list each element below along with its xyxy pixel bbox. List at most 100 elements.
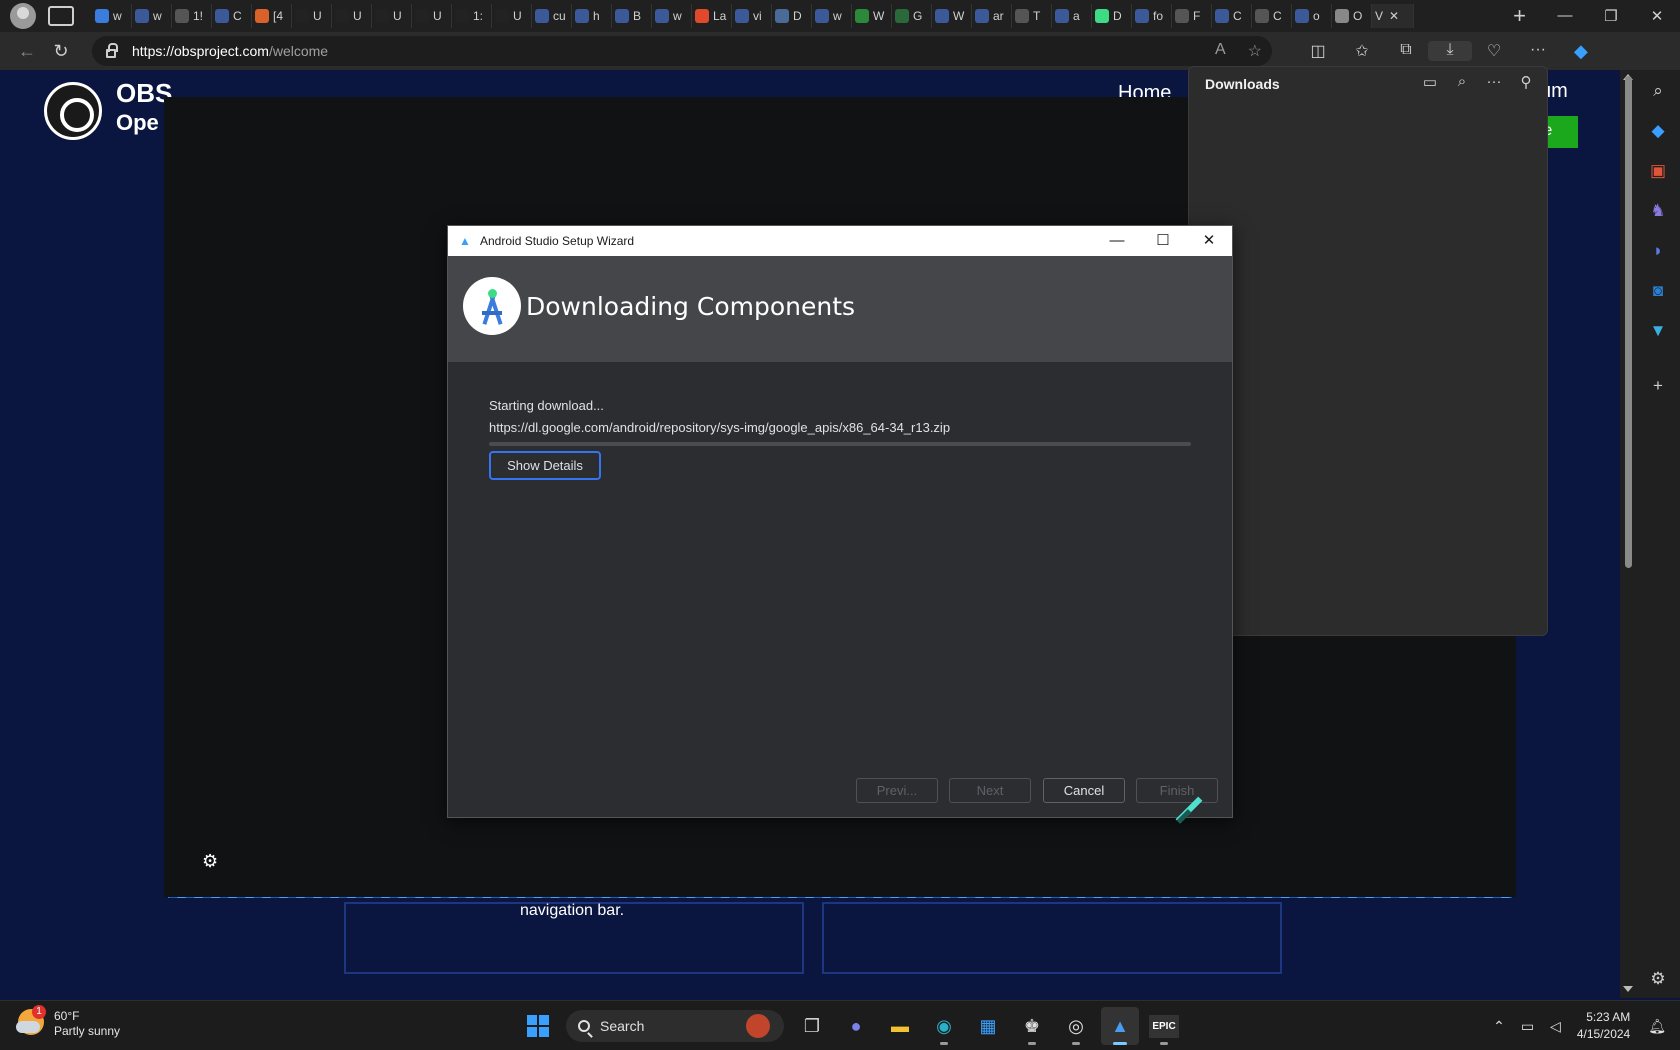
- browser-tab[interactable]: W: [932, 4, 972, 28]
- page-scrollbar[interactable]: [1620, 70, 1636, 998]
- browser-tab[interactable]: fo: [1132, 4, 1172, 28]
- browser-tab[interactable]: C: [1212, 4, 1252, 28]
- address-bar[interactable]: https://obsproject.com/welcome A ☆: [92, 36, 1272, 66]
- split-screen-icon[interactable]: ◫: [1296, 41, 1340, 61]
- browser-tab[interactable]: D: [1092, 4, 1132, 28]
- show-details-button[interactable]: Show Details: [489, 451, 601, 480]
- browser-tab[interactable]: h: [572, 4, 612, 28]
- browser-tab[interactable]: w: [92, 4, 132, 28]
- sidebar-shopping-icon[interactable]: ◆: [1647, 120, 1669, 142]
- browser-tab[interactable]: w: [652, 4, 692, 28]
- tab-actions-icon[interactable]: [48, 6, 74, 26]
- browser-tab[interactable]: C: [212, 4, 252, 28]
- android-studio-button[interactable]: ▲: [1101, 1007, 1139, 1045]
- browser-tab[interactable]: U: [372, 4, 412, 28]
- cancel-button[interactable]: Cancel: [1043, 778, 1125, 803]
- browser-tab[interactable]: vi: [732, 4, 772, 28]
- browser-tab[interactable]: U: [332, 4, 372, 28]
- more-options-icon[interactable]: ···: [1516, 41, 1560, 61]
- close-tab-icon[interactable]: ✕: [1389, 9, 1399, 23]
- network-icon[interactable]: ▭: [1521, 1018, 1534, 1035]
- scroll-down-icon[interactable]: [1623, 986, 1633, 992]
- minimize-icon[interactable]: —: [1094, 226, 1140, 256]
- file-explorer-button[interactable]: ▬: [881, 1007, 919, 1045]
- scrollbar-thumb[interactable]: [1625, 76, 1632, 568]
- browser-tab[interactable]: 1:: [452, 4, 492, 28]
- read-aloud-icon[interactable]: A: [1215, 41, 1226, 61]
- browser-tab[interactable]: a: [1052, 4, 1092, 28]
- browser-tab-active[interactable]: V ✕: [1372, 4, 1414, 28]
- new-tab-button[interactable]: +: [1513, 3, 1526, 29]
- downloads-title: Downloads: [1205, 76, 1280, 92]
- minimize-icon[interactable]: —: [1542, 7, 1588, 25]
- game-app-button[interactable]: ♚: [1013, 1007, 1051, 1045]
- restore-icon[interactable]: ❐: [1588, 7, 1634, 25]
- browser-tab[interactable]: [4: [252, 4, 292, 28]
- system-clock[interactable]: 5:23 AM 4/15/2024: [1577, 1009, 1630, 1043]
- browser-tab[interactable]: D: [772, 4, 812, 28]
- maximize-icon[interactable]: ☐: [1140, 226, 1186, 256]
- close-icon[interactable]: ✕: [1634, 7, 1680, 25]
- store-button[interactable]: ▦: [969, 1007, 1007, 1045]
- back-icon[interactable]: ←: [10, 41, 44, 62]
- collections-icon[interactable]: ⧉: [1384, 41, 1428, 61]
- sidebar-settings-icon[interactable]: ⚙: [1647, 968, 1669, 990]
- tab-title: w: [113, 9, 122, 23]
- obs-logo-icon[interactable]: [44, 82, 102, 140]
- browser-essentials-icon[interactable]: ♡: [1472, 41, 1516, 61]
- browser-tab[interactable]: 1!: [172, 4, 212, 28]
- sidebar-tools-icon[interactable]: ▣: [1647, 160, 1669, 182]
- browser-tab[interactable]: U: [492, 4, 532, 28]
- browser-tab[interactable]: T: [1012, 4, 1052, 28]
- browser-tab[interactable]: C: [1252, 4, 1292, 28]
- browser-tab[interactable]: O: [1332, 4, 1372, 28]
- browser-tab[interactable]: w: [132, 4, 172, 28]
- reload-icon[interactable]: ↻: [44, 41, 78, 62]
- sidebar-outlook-icon[interactable]: ◙: [1647, 280, 1669, 302]
- close-icon[interactable]: ✕: [1186, 226, 1232, 256]
- browser-tab[interactable]: W: [852, 4, 892, 28]
- profile-avatar[interactable]: [10, 3, 36, 29]
- copilot-icon[interactable]: ◆: [1574, 41, 1588, 62]
- search-icon[interactable]: ⌕: [1453, 73, 1471, 91]
- lock-icon[interactable]: [106, 42, 118, 58]
- open-folder-icon[interactable]: ▭: [1421, 73, 1439, 91]
- browser-tab[interactable]: U: [292, 4, 332, 28]
- browser-tab[interactable]: o: [1292, 4, 1332, 28]
- sidebar-games-icon[interactable]: ♞: [1647, 200, 1669, 222]
- browser-tab[interactable]: ar: [972, 4, 1012, 28]
- task-view-button[interactable]: ❐: [793, 1007, 831, 1045]
- wizard-titlebar[interactable]: ▲ Android Studio Setup Wizard — ☐ ✕: [448, 226, 1232, 256]
- sidebar-add-icon[interactable]: +: [1647, 375, 1669, 397]
- next-button[interactable]: Next: [949, 778, 1031, 803]
- teams-button[interactable]: ●: [837, 1007, 875, 1045]
- volume-icon[interactable]: ◁: [1550, 1018, 1561, 1035]
- tab-title: [4: [273, 9, 284, 23]
- browser-tab[interactable]: w: [812, 4, 852, 28]
- browser-tab[interactable]: cu: [532, 4, 572, 28]
- obs-button[interactable]: ◎: [1057, 1007, 1095, 1045]
- previous-button[interactable]: Previ...: [856, 778, 938, 803]
- browser-tab[interactable]: F: [1172, 4, 1212, 28]
- favorite-star-icon[interactable]: ☆: [1248, 41, 1262, 61]
- browser-tab[interactable]: B: [612, 4, 652, 28]
- edge-button[interactable]: ◉: [925, 1007, 963, 1045]
- favorites-icon[interactable]: ✩: [1340, 41, 1384, 61]
- epic-games-button[interactable]: EPIC: [1145, 1007, 1183, 1045]
- weather-widget[interactable]: 1 60°F Partly sunny: [16, 1005, 120, 1039]
- start-button[interactable]: [519, 1007, 557, 1045]
- chevron-up-icon[interactable]: ⌃: [1493, 1018, 1505, 1035]
- sidebar-search-icon[interactable]: ⌕: [1647, 80, 1669, 102]
- sidebar-microsoft365-icon[interactable]: ◗: [1647, 240, 1669, 262]
- browser-tab[interactable]: U: [412, 4, 452, 28]
- tab-title: U: [313, 9, 322, 23]
- downloads-icon[interactable]: ⤓: [1428, 41, 1472, 61]
- pin-icon[interactable]: ⚲: [1517, 73, 1535, 91]
- more-icon[interactable]: ···: [1485, 73, 1503, 91]
- gear-icon[interactable]: ⚙: [202, 851, 218, 872]
- taskbar-search[interactable]: Search: [566, 1010, 784, 1042]
- browser-tab[interactable]: G: [892, 4, 932, 28]
- sidebar-drop-icon[interactable]: ▼: [1647, 320, 1669, 342]
- notification-bell-icon[interactable]: 🔔︎: [1648, 1018, 1666, 1035]
- browser-tab[interactable]: La: [692, 4, 732, 28]
